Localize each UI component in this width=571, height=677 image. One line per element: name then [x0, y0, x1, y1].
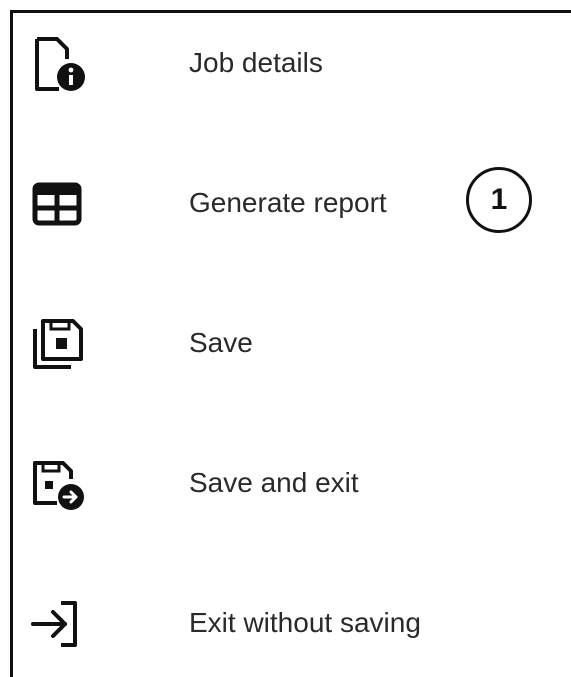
exit-icon — [27, 593, 89, 655]
overflow-menu: Job details Generate report Save Save an… — [13, 13, 571, 677]
menu-item-save[interactable]: Save — [13, 293, 571, 393]
menu-item-label: Generate report — [189, 187, 387, 218]
callout-number-badge: 1 — [466, 167, 532, 233]
menu-item-job-details[interactable]: Job details — [13, 13, 571, 113]
save-exit-icon — [27, 453, 89, 515]
menu-screenshot: Job details Generate report Save Save an… — [0, 0, 571, 677]
menu-item-label: Exit without saving — [189, 607, 421, 638]
menu-item-save-and-exit[interactable]: Save and exit — [13, 433, 571, 533]
menu-item-label: Save — [189, 327, 253, 358]
menu-item-label: Job details — [189, 47, 323, 78]
menu-item-label: Save and exit — [189, 467, 359, 498]
file-info-icon — [27, 33, 89, 95]
menu-item-exit-without-saving[interactable]: Exit without saving — [13, 573, 571, 673]
table-icon — [27, 173, 89, 235]
save-copy-icon — [27, 313, 89, 375]
